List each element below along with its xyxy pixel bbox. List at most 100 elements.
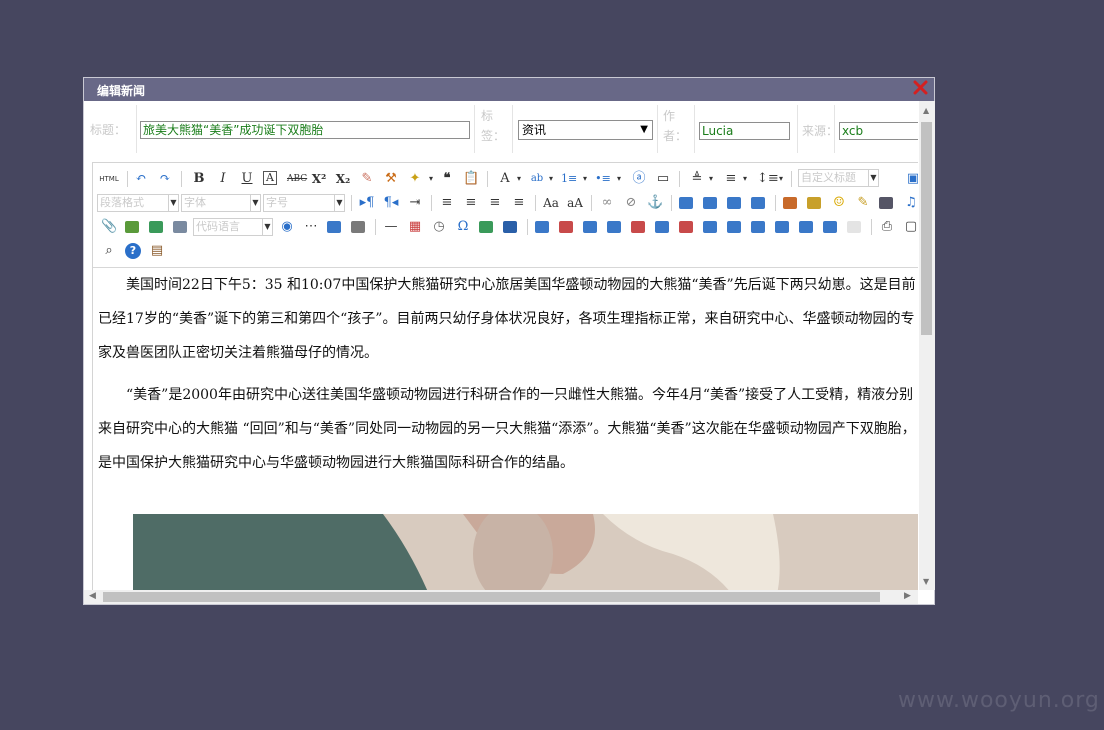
attachment-icon[interactable]: 📎 bbox=[101, 219, 117, 235]
chevron-down-icon[interactable]: ▾ bbox=[511, 171, 527, 187]
chevron-down-icon[interactable]: ▾ bbox=[773, 171, 789, 187]
anchor-icon[interactable]: ⚓ bbox=[647, 195, 663, 211]
superscript-icon[interactable]: X² bbox=[311, 171, 327, 187]
multi-image-icon[interactable] bbox=[807, 197, 821, 209]
merge-right-icon[interactable] bbox=[727, 221, 741, 233]
insert-image-icon[interactable] bbox=[783, 197, 797, 209]
format-brush-icon[interactable]: ⚒ bbox=[383, 171, 399, 187]
snap-screen-icon[interactable] bbox=[479, 221, 493, 233]
anchor-text-icon[interactable]: ⓐ bbox=[631, 171, 647, 187]
word-image-icon[interactable] bbox=[503, 221, 517, 233]
align-right-icon[interactable]: ≡ bbox=[487, 195, 503, 211]
chevron-down-icon[interactable]: ▾ bbox=[423, 171, 439, 187]
font-border-icon[interactable]: A bbox=[263, 171, 277, 185]
horizontal-rule-icon[interactable]: — bbox=[383, 219, 399, 235]
blockquote-icon[interactable]: ❝ bbox=[439, 171, 455, 187]
font-family-select[interactable]: 字体 ▼ bbox=[181, 194, 261, 212]
custom-title-select[interactable]: 自定义标题 ▼ bbox=[798, 169, 879, 187]
subscript-icon[interactable]: X₂ bbox=[335, 171, 351, 187]
delete-row-icon[interactable] bbox=[631, 221, 645, 233]
directionality-icon[interactable]: ▣ bbox=[905, 171, 918, 187]
link-icon[interactable]: ∞ bbox=[599, 195, 615, 211]
align-center-icon[interactable]: ≡ bbox=[463, 195, 479, 211]
align-left-icon[interactable]: ≡ bbox=[439, 195, 455, 211]
chevron-down-icon[interactable]: ▾ bbox=[611, 171, 627, 187]
help-icon[interactable]: ? bbox=[125, 243, 141, 259]
template-icon[interactable] bbox=[327, 221, 341, 233]
scroll-down-icon[interactable]: ▼ bbox=[923, 577, 929, 586]
time-icon[interactable]: ◷ bbox=[431, 219, 447, 235]
unlink-icon[interactable]: ⊘ bbox=[623, 195, 639, 211]
unordered-list-icon[interactable]: •≡ bbox=[595, 171, 611, 187]
insert-table-icon[interactable] bbox=[535, 221, 549, 233]
editor-content[interactable]: 美国时间22日下午5：35 和10:07中国保护大熊猫研究中心旅居美国华盛顿动物… bbox=[93, 268, 918, 590]
eraser-icon[interactable]: ✎ bbox=[359, 171, 375, 187]
ltr-icon[interactable]: ▸¶ bbox=[359, 195, 375, 211]
uppercase-icon[interactable]: Aa bbox=[543, 195, 559, 211]
horizontal-scroll-thumb[interactable] bbox=[103, 592, 880, 602]
insert-col-icon[interactable] bbox=[655, 221, 669, 233]
line-height-icon[interactable]: ↕≡ bbox=[757, 171, 779, 187]
scroll-left-icon[interactable]: ◀ bbox=[89, 591, 96, 601]
page-icon[interactable]: ▭ bbox=[655, 171, 671, 187]
web-app-icon[interactable]: ◉ bbox=[279, 219, 295, 235]
split-cols-icon[interactable] bbox=[823, 221, 837, 233]
image-right-icon[interactable] bbox=[727, 197, 741, 209]
lowercase-icon[interactable]: aA bbox=[567, 195, 583, 211]
page-break-icon[interactable]: ⋯ bbox=[303, 219, 319, 235]
undo-icon[interactable]: ↶ bbox=[133, 171, 149, 187]
split-rows-icon[interactable] bbox=[799, 221, 813, 233]
font-size-select[interactable]: 字号 ▼ bbox=[263, 194, 345, 212]
redo-icon[interactable]: ↷ bbox=[157, 171, 173, 187]
date-icon[interactable]: ▦ bbox=[407, 219, 423, 235]
bold-icon[interactable]: B bbox=[191, 171, 207, 187]
background-icon[interactable] bbox=[351, 221, 365, 233]
scrawl-icon[interactable]: ✎ bbox=[855, 195, 871, 211]
search-replace-icon[interactable]: ⌕ bbox=[101, 243, 117, 259]
image-none-icon[interactable] bbox=[679, 197, 693, 209]
split-cells-icon[interactable] bbox=[775, 221, 789, 233]
map-icon[interactable] bbox=[125, 221, 139, 233]
insert-frame-icon[interactable] bbox=[173, 221, 187, 233]
vertical-scrollbar[interactable]: ▲ ▼ bbox=[919, 101, 935, 590]
chevron-down-icon[interactable]: ▾ bbox=[543, 171, 559, 187]
music-icon[interactable]: ♫ bbox=[903, 195, 918, 211]
drafts-icon[interactable]: ▤ bbox=[149, 243, 165, 259]
image-center-icon[interactable] bbox=[751, 197, 765, 209]
print-icon[interactable]: ⎙ bbox=[879, 219, 895, 235]
italic-icon[interactable]: I bbox=[215, 171, 231, 187]
image-left-icon[interactable] bbox=[703, 197, 717, 209]
html-source-button[interactable]: HTML bbox=[98, 171, 120, 187]
merge-cells-icon[interactable] bbox=[703, 221, 717, 233]
gmap-icon[interactable] bbox=[149, 221, 163, 233]
source-input[interactable]: xcb bbox=[839, 122, 918, 140]
merge-down-icon[interactable] bbox=[751, 221, 765, 233]
title-input[interactable]: 旅美大熊猫“美香”成功诞下双胞胎 bbox=[140, 121, 470, 139]
insert-row-icon[interactable] bbox=[607, 221, 621, 233]
indent-icon[interactable]: ⇥ bbox=[407, 195, 423, 211]
rtl-icon[interactable]: ¶◂ bbox=[383, 195, 399, 211]
delete-table-icon[interactable] bbox=[559, 221, 573, 233]
emotion-icon[interactable]: ☺ bbox=[831, 195, 847, 211]
preview-icon[interactable]: ▢ bbox=[903, 219, 918, 235]
scroll-up-icon[interactable]: ▲ bbox=[923, 106, 929, 115]
paragraph-format-select[interactable]: 段落格式 ▼ bbox=[97, 194, 179, 212]
insert-paragraph-before-table-icon[interactable] bbox=[583, 221, 597, 233]
dialog-titlebar[interactable]: 编辑新闻 bbox=[84, 78, 934, 101]
paste-plain-icon[interactable]: 📋 bbox=[463, 171, 479, 187]
delete-col-icon[interactable] bbox=[679, 221, 693, 233]
code-language-select[interactable]: 代码语言 ▼ bbox=[193, 218, 273, 236]
charts-icon[interactable] bbox=[847, 221, 861, 233]
auto-format-icon[interactable]: ✦ bbox=[407, 171, 423, 187]
chevron-down-icon[interactable]: ▾ bbox=[703, 171, 719, 187]
special-chars-icon[interactable]: Ω bbox=[455, 219, 471, 235]
underline-icon[interactable]: U bbox=[239, 171, 255, 187]
chevron-down-icon[interactable]: ▾ bbox=[737, 171, 753, 187]
video-icon[interactable] bbox=[879, 197, 893, 209]
chevron-down-icon[interactable]: ▾ bbox=[577, 171, 593, 187]
scroll-right-icon[interactable]: ▶ bbox=[904, 591, 911, 601]
tag-select[interactable]: 资讯 ▼ bbox=[518, 120, 653, 140]
vertical-scroll-thumb[interactable] bbox=[921, 122, 932, 335]
ordered-list-icon[interactable]: 1≡ bbox=[561, 171, 577, 187]
author-input[interactable]: Lucia bbox=[699, 122, 790, 140]
